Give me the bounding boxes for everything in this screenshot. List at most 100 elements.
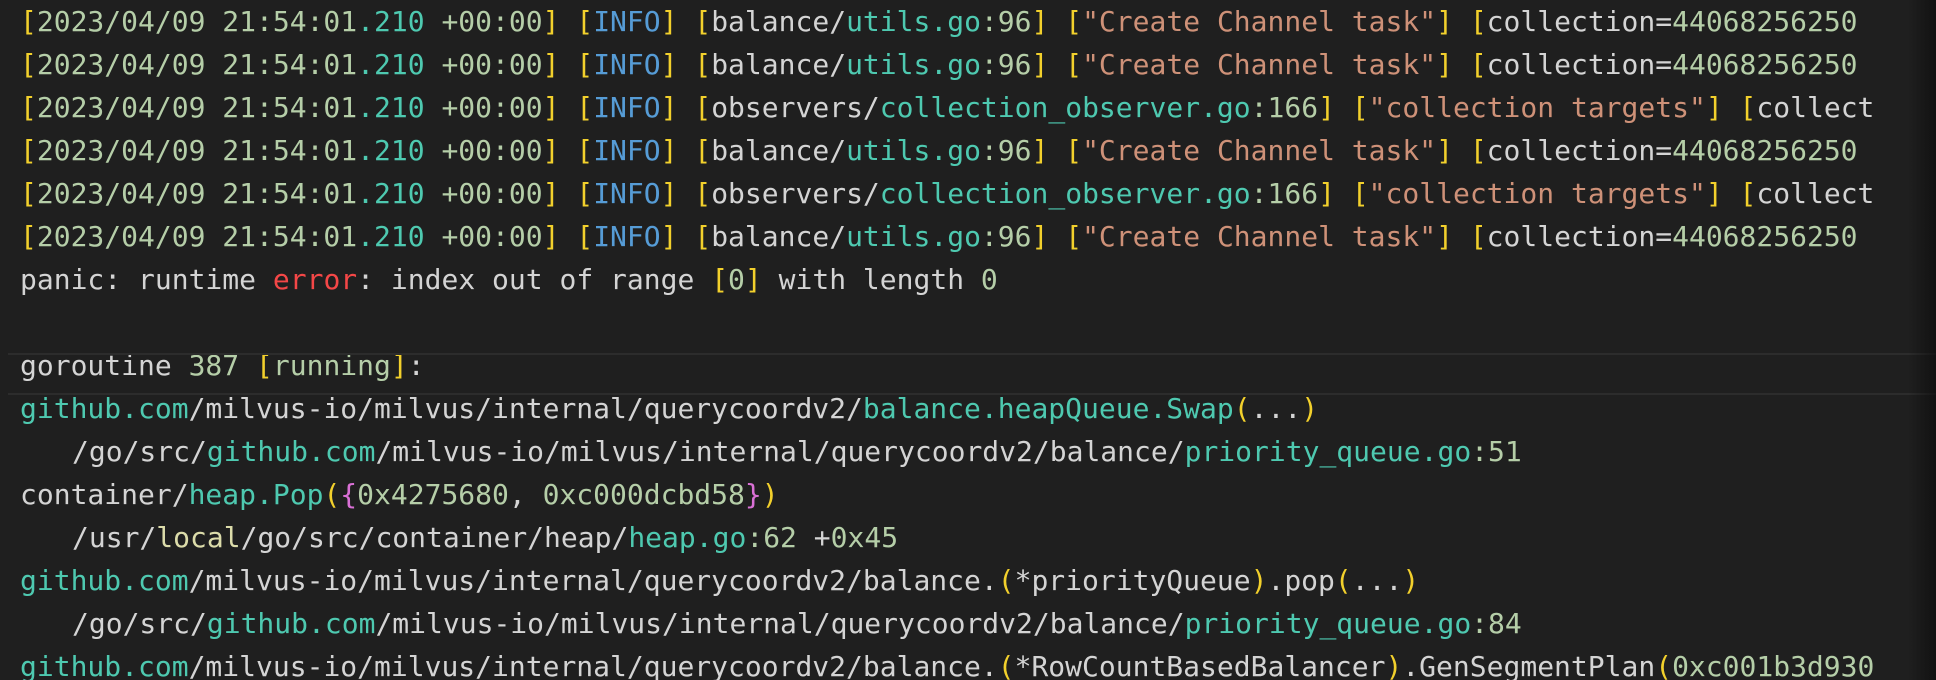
log-segment: /milvus-io/milvus/internal/querycoordv2/… xyxy=(375,435,1185,468)
log-segment: 0xc001b3d930 xyxy=(1672,650,1875,680)
log-segment: ] xyxy=(542,91,560,124)
log-segment: collection_observer.go xyxy=(879,177,1251,210)
log-segment: ( xyxy=(1334,564,1352,597)
log-segment: :84 xyxy=(1471,607,1522,640)
log-segment: utils.go xyxy=(846,5,981,38)
log-segment xyxy=(677,177,694,210)
log-segment xyxy=(1048,220,1065,253)
log-segment: /usr/ xyxy=(72,521,157,554)
log-segment: balance/ xyxy=(711,134,847,167)
log-segment xyxy=(559,91,576,124)
log-segment: +00:00 xyxy=(424,220,543,253)
log-segment: "collection targets" xyxy=(1368,177,1706,210)
log-line: github.com/milvus-io/milvus/internal/que… xyxy=(0,559,1936,602)
log-segment xyxy=(1048,48,1065,81)
log-segment xyxy=(1723,177,1740,210)
log-segment: [ xyxy=(576,220,594,253)
log-segment: [ xyxy=(694,177,712,210)
log-segment: , xyxy=(508,478,543,511)
log-segment: ) xyxy=(1402,564,1420,597)
log-segment: ] xyxy=(660,177,678,210)
log-segment: [ xyxy=(576,177,594,210)
log-segment: ] xyxy=(660,48,678,81)
log-segment: utils.go xyxy=(846,48,981,81)
log-segment: [ xyxy=(1351,91,1369,124)
log-segment: ] xyxy=(744,263,762,296)
log-segment xyxy=(1335,177,1352,210)
log-segment: ) xyxy=(1250,564,1268,597)
log-segment: [ xyxy=(694,220,712,253)
log-segment: priority_queue.go xyxy=(1184,435,1472,468)
log-segment: collect xyxy=(1756,91,1875,124)
log-segment: .210 xyxy=(357,48,425,81)
log-segment: +00:00 xyxy=(424,5,543,38)
log-segment: [ xyxy=(20,48,37,81)
log-segment: /milvus-io/milvus/internal/querycoordv2/… xyxy=(375,607,1185,640)
log-segment: INFO xyxy=(593,91,661,124)
log-segment: ] xyxy=(1318,91,1335,124)
log-segment: [ xyxy=(576,134,594,167)
log-segment: ... xyxy=(1250,392,1302,425)
log-segment: ) xyxy=(761,478,779,511)
log-segment: [ xyxy=(20,177,37,210)
separator-top xyxy=(8,353,1936,355)
log-segment: ] xyxy=(1031,48,1049,81)
log-segment xyxy=(559,5,576,38)
log-segment: heap.Pop xyxy=(188,478,324,511)
log-segment: ( xyxy=(1655,650,1673,680)
log-segment: [ xyxy=(1469,48,1487,81)
log-segment: [ xyxy=(20,5,37,38)
log-segment: [ xyxy=(1469,5,1487,38)
log-segment: ] xyxy=(1705,177,1723,210)
log-segment: collection= xyxy=(1486,220,1673,253)
log-segment: :96 xyxy=(980,48,1032,81)
log-segment: github.com xyxy=(20,564,189,597)
log-segment: priority_queue.go xyxy=(1184,607,1472,640)
log-line: /go/src/github.com/milvus-io/milvus/inte… xyxy=(0,430,1936,473)
log-segment: balance.heapQueue.Swap xyxy=(862,392,1234,425)
log-segment: local xyxy=(156,521,241,554)
log-segment: /milvus-io/milvus/internal/querycoordv2/ xyxy=(188,392,863,425)
log-segment: :96 xyxy=(980,134,1032,167)
log-segment: balance/ xyxy=(711,48,847,81)
log-segment: 2023/04/09 21:54:01 xyxy=(36,134,358,167)
log-segment xyxy=(677,5,694,38)
log-segment: 0x45 xyxy=(830,521,899,554)
log-segment: INFO xyxy=(593,5,661,38)
log-segment: .GenSegmentPlan xyxy=(1402,650,1656,680)
log-segment: ] xyxy=(660,5,678,38)
log-segment: :51 xyxy=(1471,435,1522,468)
log-segment: heap.go xyxy=(628,521,747,554)
separator-bottom xyxy=(8,393,1936,395)
log-segment: [ xyxy=(694,5,712,38)
terminal-output[interactable]: [2023/04/09 21:54:01.210 +00:00] [INFO] … xyxy=(0,0,1936,680)
log-segment: collection_observer.go xyxy=(879,91,1251,124)
log-segment: + xyxy=(796,521,831,554)
log-segment: ] xyxy=(1436,48,1453,81)
log-segment: ] xyxy=(542,5,560,38)
log-segment: +00:00 xyxy=(424,177,543,210)
log-segment xyxy=(1453,5,1470,38)
log-segment: /go/src/container/heap/ xyxy=(240,521,629,554)
log-segment xyxy=(559,134,576,167)
log-segment: "Create Channel task" xyxy=(1082,220,1437,253)
log-segment: 2023/04/09 21:54:01 xyxy=(36,220,358,253)
log-segment: +00:00 xyxy=(424,134,543,167)
log-segment: INFO xyxy=(593,134,661,167)
log-segment: : index out of range xyxy=(357,263,712,296)
log-segment: +00:00 xyxy=(424,91,543,124)
log-segment: [ xyxy=(20,91,37,124)
log-segment: container/ xyxy=(20,478,189,511)
log-segment: [ xyxy=(20,220,37,253)
log-segment: ] xyxy=(1436,220,1453,253)
log-segment: [ xyxy=(576,91,594,124)
log-segment: [ xyxy=(711,263,729,296)
log-segment: [ xyxy=(1065,5,1083,38)
log-segment: :62 xyxy=(746,521,797,554)
log-segment: [ xyxy=(576,48,594,81)
log-line: [2023/04/09 21:54:01.210 +00:00] [INFO] … xyxy=(0,43,1936,86)
log-segment: ) xyxy=(1385,650,1403,680)
log-segment: [ xyxy=(694,134,712,167)
log-segment xyxy=(677,134,694,167)
log-segment xyxy=(1048,134,1065,167)
